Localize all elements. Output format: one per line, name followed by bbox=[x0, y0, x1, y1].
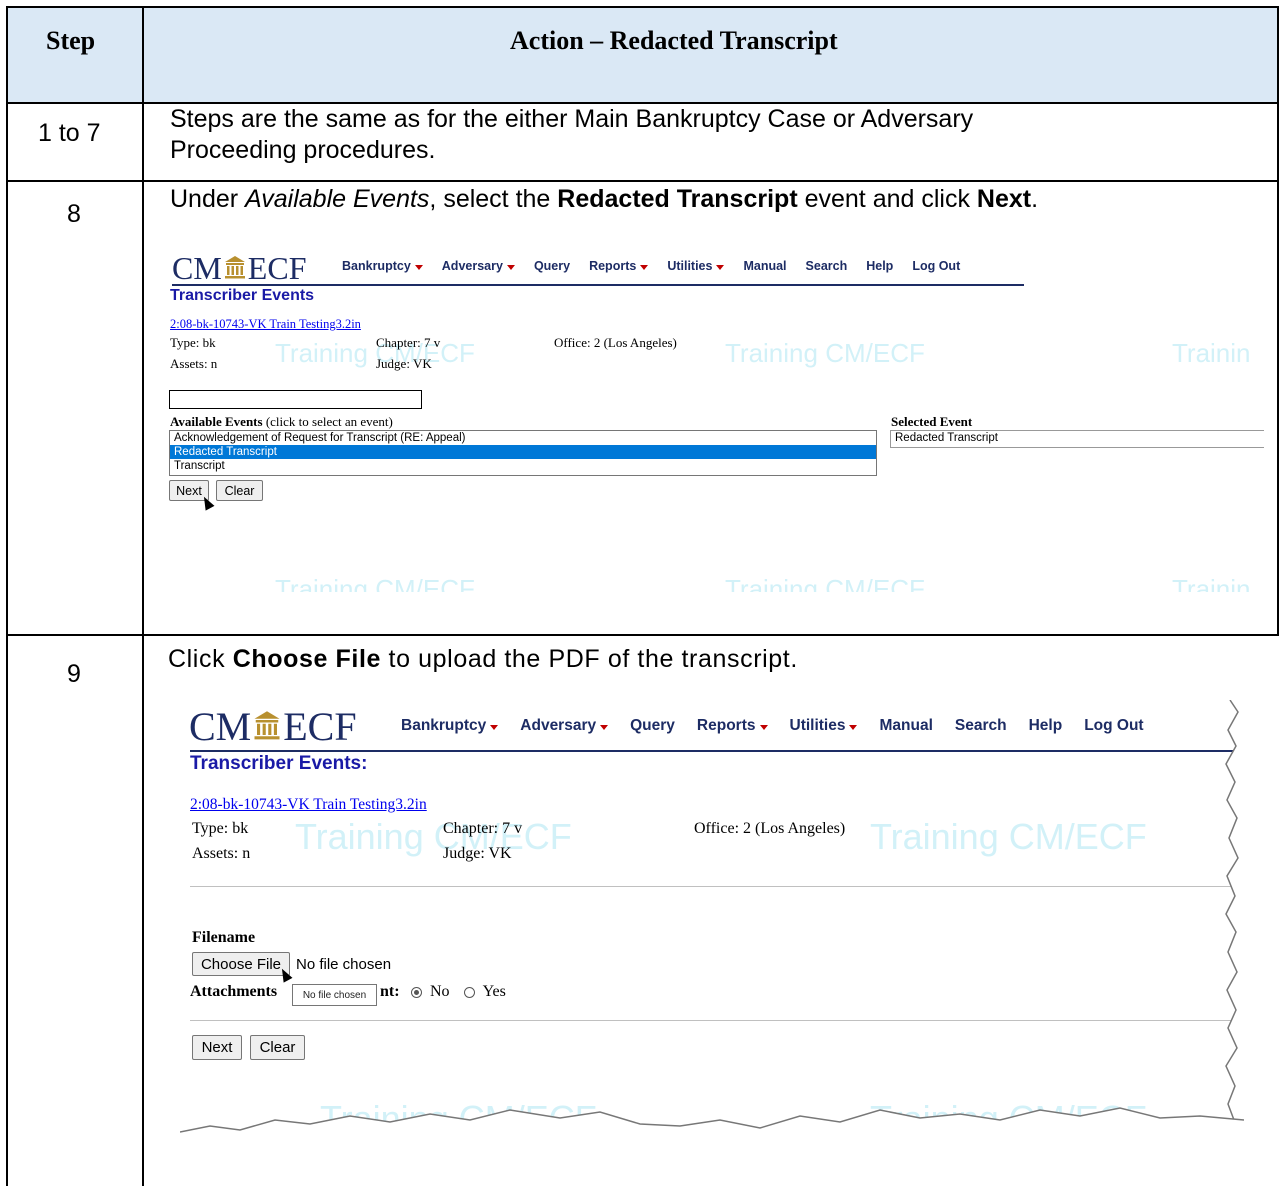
case-link[interactable]: 2:08-bk-10743-VK Train Testing3.2in bbox=[190, 796, 427, 814]
tooltip: No file chosen bbox=[292, 984, 377, 1006]
filename-label: Filename bbox=[192, 929, 256, 946]
menu-search[interactable]: Search bbox=[955, 717, 1007, 735]
menu-search[interactable]: Search bbox=[806, 259, 848, 273]
list-item[interactable]: Acknowledgement of Request for Transcrip… bbox=[170, 431, 876, 445]
chevron-down-icon bbox=[506, 264, 515, 270]
watermark: Training CM/ECF bbox=[295, 816, 572, 857]
watermark: Trainin bbox=[1172, 574, 1251, 592]
divider bbox=[190, 886, 1244, 887]
step-number: 9 bbox=[67, 660, 81, 688]
case-judge: Judge: VK bbox=[376, 356, 432, 371]
menu-help[interactable]: Help bbox=[1029, 717, 1063, 735]
case-office: Office: 2 (Los Angeles) bbox=[554, 335, 677, 350]
menu-log-out[interactable]: Log Out bbox=[1084, 717, 1143, 735]
mouse-cursor-icon bbox=[199, 494, 215, 511]
watermark: Training CM/ECF bbox=[275, 574, 475, 592]
chevron-down-icon bbox=[414, 264, 423, 270]
page-title: Transcriber Events: bbox=[190, 753, 368, 774]
next-button[interactable]: Next bbox=[192, 1035, 242, 1060]
main-menu: Bankruptcy Adversary Query Reports Utili… bbox=[342, 259, 960, 273]
case-judge: Judge: VK bbox=[443, 845, 512, 862]
chevron-down-icon bbox=[600, 724, 609, 730]
action-column-header: Action – Redacted Transcript bbox=[510, 26, 838, 55]
menu-reports[interactable]: Reports bbox=[697, 717, 768, 735]
menu-utilities[interactable]: Utilities bbox=[667, 259, 725, 273]
menu-help[interactable]: Help bbox=[866, 259, 893, 273]
radio-no[interactable] bbox=[411, 986, 422, 998]
radio-yes[interactable] bbox=[463, 986, 475, 998]
step-instruction: Under Available Events, select the Redac… bbox=[170, 185, 1039, 213]
event-search-input[interactable] bbox=[169, 390, 422, 409]
step-number: 8 bbox=[67, 200, 81, 228]
available-events-list[interactable]: Acknowledgement of Request for Transcrip… bbox=[169, 430, 877, 476]
cmecf-logo: CM ECF bbox=[172, 249, 307, 287]
chevron-down-icon bbox=[716, 264, 725, 270]
list-item[interactable]: Redacted Transcript bbox=[891, 431, 1264, 445]
watermark: Training CM/ECF bbox=[725, 574, 925, 592]
menu-bankruptcy[interactable]: Bankruptcy bbox=[342, 259, 423, 273]
menu-divider bbox=[172, 284, 1024, 286]
list-item-selected[interactable]: Redacted Transcript bbox=[170, 445, 876, 459]
courthouse-icon bbox=[224, 250, 246, 287]
mouse-cursor-icon bbox=[277, 966, 293, 983]
watermark: Training CM/ECF bbox=[275, 338, 475, 368]
menu-log-out[interactable]: Log Out bbox=[912, 259, 960, 273]
menu-utilities[interactable]: Utilities bbox=[790, 717, 858, 735]
case-link[interactable]: 2:08-bk-10743-VK Train Testing3.2in bbox=[170, 317, 361, 332]
watermark: Training CM/ECF bbox=[870, 816, 1147, 857]
menu-query[interactable]: Query bbox=[534, 259, 570, 273]
case-assets: Assets: n bbox=[170, 356, 218, 371]
menu-adversary[interactable]: Adversary bbox=[442, 259, 515, 273]
case-chapter: Chapter: 7 v bbox=[376, 335, 441, 350]
chevron-down-icon bbox=[849, 724, 858, 730]
step-instruction: Steps are the same as for the either Mai… bbox=[170, 105, 974, 164]
case-type: Type: bk bbox=[192, 820, 249, 837]
step-instruction: Click Choose File to upload the PDF of t… bbox=[168, 645, 798, 673]
available-events-label: Available Events (click to select an eve… bbox=[170, 414, 393, 429]
case-assets: Assets: n bbox=[192, 845, 251, 862]
menu-reports[interactable]: Reports bbox=[589, 259, 649, 273]
menu-bankruptcy[interactable]: Bankruptcy bbox=[401, 717, 499, 735]
cmecf-logo: CM ECF bbox=[189, 703, 357, 749]
case-chapter: Chapter: 7 v bbox=[443, 820, 523, 837]
menu-adversary[interactable]: Adversary bbox=[520, 717, 609, 735]
watermark: Training CM/ECF bbox=[725, 338, 925, 368]
attachments-label: Attachments bbox=[190, 983, 278, 1000]
file-status: No file chosen bbox=[296, 956, 392, 973]
chevron-down-icon bbox=[490, 724, 499, 730]
cmecf-file-upload-screenshot: Training CM/ECF Training CM/ECF Training… bbox=[180, 700, 1244, 1142]
menu-query[interactable]: Query bbox=[630, 717, 675, 735]
clear-button[interactable]: Clear bbox=[216, 480, 263, 501]
clear-button[interactable]: Clear bbox=[250, 1035, 305, 1060]
watermark: Trainin bbox=[1172, 338, 1251, 368]
menu-divider bbox=[190, 750, 1244, 752]
torn-edge-right bbox=[1225, 700, 1244, 1142]
courthouse-icon bbox=[253, 703, 281, 750]
attachments-radio-group: No Yes bbox=[411, 983, 506, 1001]
cmecf-event-selection-screenshot: Training CM/ECF Training CM/ECF Trainin … bbox=[164, 246, 1264, 592]
choose-file-button[interactable]: Choose File bbox=[192, 952, 290, 976]
chevron-down-icon bbox=[759, 724, 768, 730]
page-title: Transcriber Events bbox=[170, 287, 315, 304]
menu-manual[interactable]: Manual bbox=[743, 259, 786, 273]
divider bbox=[190, 1020, 1244, 1021]
main-menu: Bankruptcy Adversary Query Reports Utili… bbox=[401, 717, 1144, 735]
list-item[interactable]: Transcript bbox=[170, 459, 876, 473]
torn-edge-bottom bbox=[180, 1107, 1244, 1142]
case-type: Type: bk bbox=[170, 335, 216, 350]
attachments-label-suffix: nt: bbox=[380, 983, 400, 1000]
menu-manual[interactable]: Manual bbox=[879, 717, 932, 735]
selected-event-label: Selected Event bbox=[891, 414, 973, 429]
selected-event-list[interactable]: Redacted Transcript bbox=[890, 430, 1264, 448]
step-column-header: Step bbox=[46, 26, 96, 55]
step-number: 1 to 7 bbox=[38, 119, 101, 147]
case-office: Office: 2 (Los Angeles) bbox=[694, 820, 846, 837]
chevron-down-icon bbox=[640, 264, 649, 270]
